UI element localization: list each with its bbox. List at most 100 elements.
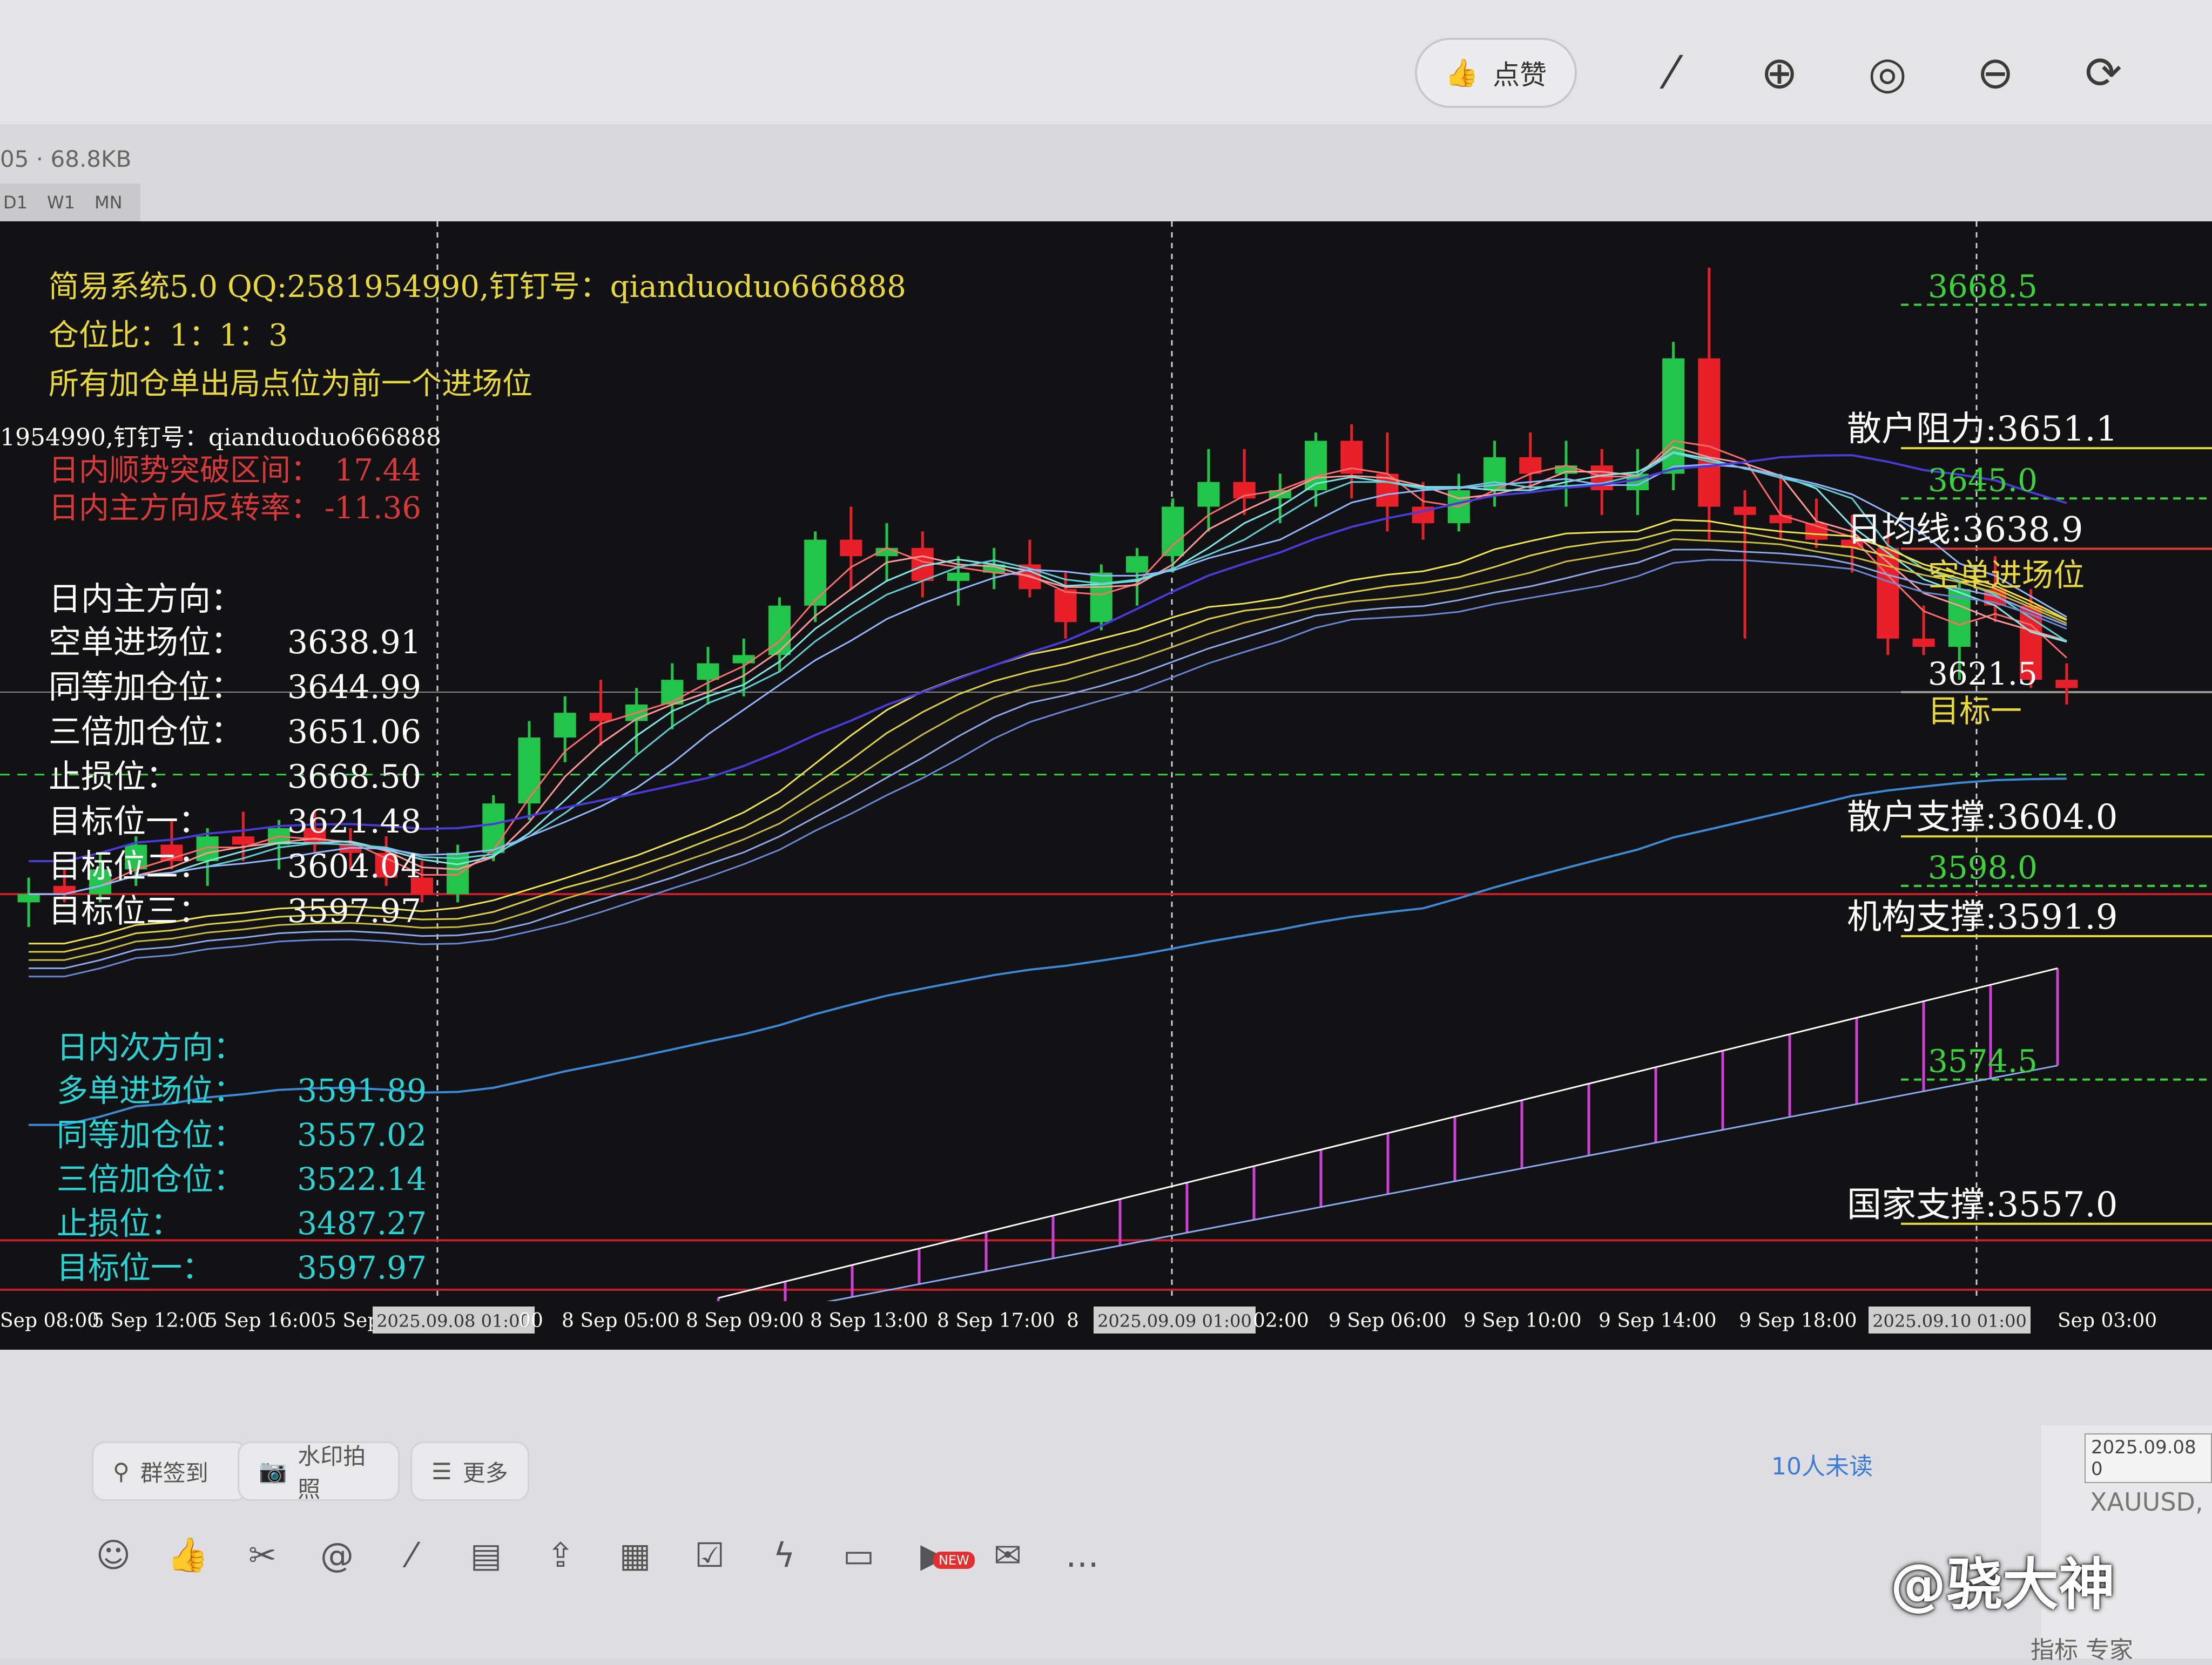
- like-button[interactable]: 👍 点赞: [1415, 38, 1577, 108]
- scissors-icon[interactable]: ✂: [235, 1528, 289, 1582]
- main-row-label: 目标位三：: [49, 892, 211, 930]
- x-tick-label: 2025.09.08 01:00: [376, 1311, 531, 1331]
- info-small: 1954990,钉钉号：qianduoduo666888: [0, 424, 441, 451]
- secondary-row-label: 三倍加仓位：: [57, 1161, 245, 1197]
- author-watermark: @骁大神: [1890, 1552, 2115, 1617]
- price-chart[interactable]: 简易系统5.0 QQ:2581954990,钉钉号：qianduoduo6668…: [0, 221, 2212, 1350]
- video-icon[interactable]: ▭: [832, 1528, 886, 1582]
- candle-body: [589, 713, 612, 721]
- slash-icon[interactable]: ⁄: [385, 1528, 439, 1582]
- level-label: 3621.5: [1928, 655, 2038, 692]
- x-tick-label: Sep 03:00: [2058, 1310, 2157, 1332]
- tf-w1[interactable]: W1: [47, 192, 75, 213]
- check-icon[interactable]: ☑: [683, 1528, 737, 1582]
- main-row-value: 3644.99: [287, 668, 421, 706]
- level-label: 目标一: [1928, 693, 2022, 729]
- main-row-label: 同等加仓位：: [49, 668, 243, 706]
- mail-icon[interactable]: ✉: [981, 1528, 1035, 1582]
- unread-count[interactable]: 10人未读: [1771, 1447, 1873, 1481]
- tf-mn[interactable]: MN: [95, 192, 123, 213]
- level-label: 日均线:3638.9: [1847, 510, 2083, 550]
- secondary-row-label: 多单进场位：: [57, 1072, 245, 1109]
- x-tick-label: 5 Sep 12:00: [92, 1310, 210, 1332]
- candle-body: [1197, 482, 1220, 507]
- main-row-value: 3668.50: [287, 758, 421, 796]
- bolt-icon[interactable]: ϟ: [757, 1528, 811, 1582]
- x-tick-label: 8 Sep 13:00: [810, 1310, 928, 1332]
- secondary-row-value: 3591.89: [297, 1072, 427, 1109]
- watermark-photo-button[interactable]: 📷 水印拍照: [238, 1441, 400, 1502]
- secondary-row-value: 3557.02: [297, 1116, 427, 1153]
- pin-icon: ⚲: [113, 1458, 130, 1485]
- candle-body: [1054, 589, 1077, 622]
- stat-value: -11.36: [325, 491, 421, 526]
- level-label: 空单进场位: [1928, 557, 2085, 593]
- info-line: 简易系统5.0 QQ:2581954990,钉钉号：qianduoduo6668…: [49, 269, 906, 304]
- stat-label: 日内顺势突破区间：: [49, 453, 321, 488]
- tf-d1[interactable]: D1: [3, 192, 28, 213]
- main-direction-title: 日内主方向：: [49, 580, 243, 618]
- secondary-row-label: 目标位一：: [57, 1249, 213, 1286]
- zoom-out-icon[interactable]: ⊖: [1966, 43, 2025, 103]
- candle-body: [17, 894, 40, 903]
- more-button[interactable]: ☰ 更多: [410, 1441, 529, 1501]
- camera-icon: 📷: [259, 1458, 287, 1484]
- rotate-icon[interactable]: ⟳: [2074, 43, 2133, 103]
- level-label: 散户阻力:3651.1: [1847, 409, 2118, 449]
- x-tick-label: 5 Sep: [324, 1310, 380, 1332]
- level-label: 机构支撑:3591.9: [1847, 897, 2118, 937]
- fit-icon[interactable]: ◎: [1858, 43, 1917, 103]
- level-label: 3645.0: [1928, 462, 2038, 498]
- secondary-row-value: 3487.27: [297, 1205, 427, 1242]
- main-row-value: 3621.48: [287, 803, 421, 841]
- x-tick-label: 9 Sep 14:00: [1599, 1310, 1717, 1332]
- side-panel-symbol[interactable]: XAUUSD,: [2090, 1487, 2203, 1517]
- candle-body: [232, 836, 254, 845]
- x-tick-label: 9 Sep 18:00: [1739, 1310, 1857, 1332]
- x-tick-label: 2025.09.10 01:00: [1872, 1311, 2027, 1331]
- candle-body: [2055, 680, 2078, 688]
- x-tick-label: 00: [518, 1310, 543, 1332]
- candle-body: [804, 539, 827, 606]
- chat-input-area: [0, 1350, 2212, 1659]
- x-tick-label: 8 Sep 09:00: [686, 1310, 804, 1332]
- x-tick-label: 8: [1067, 1310, 1079, 1332]
- x-tick-label: 8 Sep 17:00: [937, 1310, 1055, 1332]
- smile-icon[interactable]: ☺: [86, 1528, 140, 1582]
- side-panel-tabs[interactable]: 指标 专家: [2031, 1630, 2133, 1665]
- level-label: 国家支撑:3557.0: [1847, 1185, 2118, 1225]
- chart-canvas: 简易系统5.0 QQ:2581954990,钉钉号：qianduoduo6668…: [0, 221, 2212, 1350]
- candle-body: [1698, 358, 1721, 507]
- candle-body: [1090, 572, 1112, 622]
- candle-body: [947, 572, 970, 581]
- magic-wand-icon[interactable]: ⁄: [1642, 43, 1701, 103]
- upload-icon[interactable]: ⇪: [534, 1528, 588, 1582]
- doc-icon[interactable]: ▤: [459, 1528, 513, 1582]
- side-panel-date: 2025.09.08 0: [2085, 1433, 2212, 1483]
- candle-body: [1769, 515, 1792, 524]
- x-tick-label: 02:00: [1253, 1310, 1309, 1332]
- main-row-label: 三倍加仓位：: [49, 713, 243, 751]
- calendar-icon[interactable]: ▦: [608, 1528, 662, 1582]
- checkin-button[interactable]: ⚲ 群签到: [92, 1441, 248, 1501]
- x-tick-label: 2025.09.09 01:00: [1097, 1311, 1252, 1331]
- thumb-icon[interactable]: 👍: [161, 1528, 215, 1582]
- zoom-in-icon[interactable]: ⊕: [1750, 43, 1809, 103]
- secondary-direction-title: 日内次方向：: [57, 1029, 245, 1066]
- more-icon[interactable]: …: [1055, 1528, 1109, 1582]
- main-row-value: 3597.97: [287, 892, 421, 930]
- secondary-row-label: 同等加仓位：: [57, 1116, 245, 1153]
- candle-body: [482, 803, 505, 853]
- candle-body: [732, 655, 755, 664]
- candle-body: [840, 539, 862, 557]
- level-label: 3574.5: [1928, 1043, 2038, 1080]
- candle-body: [1125, 556, 1149, 573]
- at-icon[interactable]: @: [310, 1528, 364, 1582]
- candle-body: [1162, 506, 1184, 557]
- secondary-row-value: 3522.14: [297, 1161, 427, 1197]
- x-tick-label: 5 Sep 16:00: [205, 1310, 323, 1332]
- thumbs-up-icon: 👍: [1445, 57, 1479, 89]
- main-row-label: 目标位一：: [49, 803, 211, 841]
- x-tick-label: 9 Sep 06:00: [1328, 1310, 1447, 1332]
- level-label: 散户支撑:3604.0: [1847, 797, 2118, 837]
